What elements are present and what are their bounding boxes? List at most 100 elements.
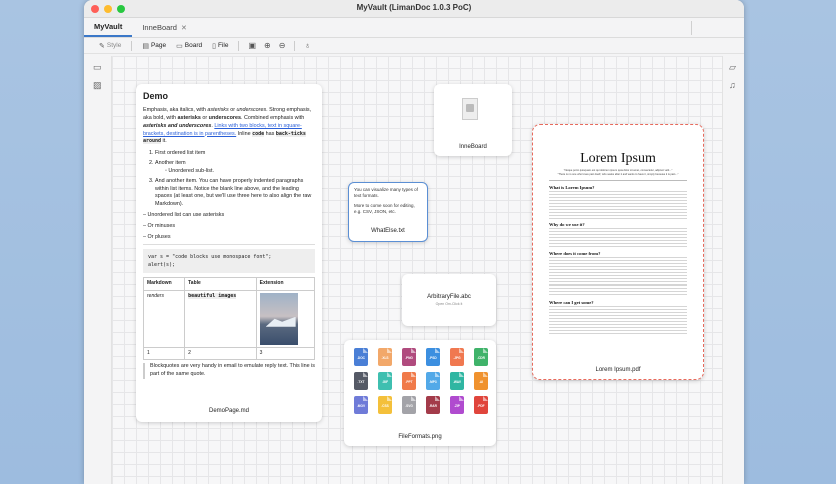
file-format-icon: .DOC — [354, 348, 368, 366]
list-item: And another item. You can have properly … — [155, 178, 315, 209]
pdf-text-block — [549, 228, 687, 249]
table-row: 1 2 3 — [142, 346, 316, 360]
demo-page-card[interactable]: Demo Emphasis, aka italics, with asteris… — [136, 84, 322, 422]
folder-icon[interactable]: ▭ — [93, 62, 102, 73]
new-board-button[interactable]: ▭ Board — [173, 42, 205, 50]
table-cell: renders — [142, 289, 186, 348]
card-title: Lorem Ipsum.pdf — [595, 367, 641, 373]
ordered-list: First ordered list item Another item◦ Un… — [143, 150, 315, 209]
file-format-label: .RAR — [429, 404, 437, 408]
file-format-icon: .TXT — [354, 372, 368, 390]
list-item: – Or minuses — [143, 222, 176, 229]
demo-paragraph: Emphasis, aka italics, with asterisks or… — [143, 107, 312, 145]
style-button[interactable]: ✎ Style — [96, 42, 124, 50]
file-format-label: .AI — [478, 380, 484, 384]
image-icon[interactable]: ▣ — [246, 41, 258, 50]
pdf-text-block — [549, 191, 687, 220]
file-format-icon: .GIF — [378, 372, 392, 390]
pdf-text-block — [549, 285, 687, 298]
list-item: First ordered list item — [155, 150, 315, 158]
pdf-text-block — [549, 257, 687, 286]
file-format-label: .XLS — [381, 356, 389, 360]
table-row: renders beautiful images — [142, 289, 316, 348]
pdf-subtitle: "There is no one who loves pain itself, … — [557, 172, 679, 176]
window-title: MyVault (LimanDoc 1.0.3 PoC) — [356, 3, 472, 12]
pdf-section-heading: Where does it come from? — [549, 251, 601, 257]
board-thumbnail-icon — [462, 98, 478, 120]
table-cell: 1 — [142, 346, 186, 360]
image-gallery-icon[interactable]: ▨ — [93, 80, 102, 91]
tab-label: MyVault — [94, 22, 123, 31]
file-format-icon: .PSD — [426, 348, 440, 366]
board-canvas[interactable]: Demo Emphasis, aka italics, with asteris… — [112, 56, 722, 484]
sub-list-item: ◦ Unordered sub-list. — [165, 167, 214, 174]
tab-bar: MyVault InneBoard ✕ — [84, 18, 744, 38]
file-format-label: .MP3 — [429, 380, 437, 384]
table-header: Markdown — [142, 277, 186, 291]
tab-label: InneBoard — [142, 23, 177, 32]
file-format-label: .SVG — [405, 404, 413, 408]
file-format-label: .MOV — [356, 404, 366, 408]
toolbar: ✎ Style ▤ Page ▭ Board ▯ File ▣ ⊕ ⊖ ♁ — [84, 38, 744, 54]
file-icon: ▯ — [212, 42, 216, 50]
arbitrary-file-card[interactable]: ArbitraryFile.abc Open Om-Click it — [402, 274, 496, 326]
file-format-label: .PNG — [405, 356, 413, 360]
close-tab-icon[interactable]: ✕ — [181, 24, 187, 32]
bell-icon[interactable]: ♫ — [729, 80, 736, 90]
file-format-icon: .AI — [474, 372, 488, 390]
table-header: Extension — [255, 277, 316, 291]
file-format-label: .TXT — [357, 380, 365, 384]
zoom-out-icon[interactable]: ⊖ — [277, 41, 288, 50]
file-format-label: .JPG — [453, 356, 461, 360]
table-cell — [255, 289, 316, 348]
pdf-page: Lorem Ipsum "Neque porro quisquam est qu… — [543, 133, 693, 359]
pdf-section-heading: Where can I get some? — [549, 300, 594, 306]
tab-inneboard[interactable]: InneBoard ✕ — [132, 18, 197, 37]
right-sidebar: ▱ ♫ — [722, 56, 744, 484]
table-cell: beautiful images — [184, 289, 257, 348]
lightbulb-icon[interactable]: ♁ — [302, 41, 312, 50]
markdown-table: Markdown Table Extension renders beautif… — [142, 277, 316, 360]
file-format-icon: .WAV — [450, 372, 464, 390]
inneboard-card[interactable]: InneBoard — [434, 84, 512, 156]
mountain-photo — [259, 292, 298, 345]
brush-icon: ✎ — [99, 42, 105, 50]
file-format-icon: .ZIP — [450, 396, 464, 414]
file-format-label: .GIF — [381, 380, 389, 384]
card-title: InneBoard — [459, 144, 487, 150]
blockquote: Blockquotes are very handy in email to e… — [143, 362, 315, 379]
whatelse-card[interactable]: You can visualize many types of text for… — [348, 182, 428, 242]
file-format-icon: .CDR — [474, 348, 488, 366]
pdf-section-heading: What is Lorem Ipsum? — [549, 185, 595, 191]
card-hint: Open Om-Click it — [435, 302, 463, 306]
list-item: Another item◦ Unordered sub-list. — [155, 160, 315, 176]
card-title: FileFormats.png — [398, 434, 442, 440]
pdf-section-heading: Why do we use it? — [549, 222, 585, 228]
list-item: – Unordered list can use asterisks — [143, 211, 225, 218]
code-block: var s = "code blocks use monospace font"… — [143, 249, 315, 274]
left-sidebar: ▭ ▨ — [84, 56, 112, 484]
file-format-icon: .MP3 — [426, 372, 440, 390]
zoom-in-icon[interactable]: ⊕ — [262, 41, 273, 50]
table-cell: 3 — [255, 346, 316, 360]
file-format-icon: .XLS — [378, 348, 392, 366]
card-text: You can visualize many types of text for… — [354, 187, 418, 199]
file-format-label: .PDF — [477, 404, 485, 408]
folder-open-icon[interactable]: ▱ — [729, 62, 736, 73]
lorem-ipsum-pdf-card[interactable]: Lorem Ipsum "Neque porro quisquam est qu… — [532, 124, 704, 380]
file-format-label: .ZIP — [454, 404, 460, 408]
new-file-button[interactable]: ▯ File — [209, 42, 231, 50]
file-format-icon: .PNG — [402, 348, 416, 366]
new-page-button[interactable]: ▤ Page — [139, 42, 169, 50]
tab-myvault[interactable]: MyVault — [84, 18, 133, 37]
file-format-label: .DOC — [357, 356, 365, 360]
pdf-heading: Lorem Ipsum — [580, 151, 656, 166]
file-format-label: .CSS — [381, 404, 389, 408]
fileformats-card[interactable]: .DOC .XLS .PNG .PSD .JPG .CDR .TXT .GIF .PPT .MP3… — [344, 340, 496, 446]
file-format-icon: .SVG — [402, 396, 416, 414]
app-window: MyVault (LimanDoc 1.0.3 PoC) MyVault Inn… — [84, 0, 744, 484]
file-icon-grid: .DOC .XLS .PNG .PSD .JPG .CDR .TXT .GIF .PPT .MP3… — [354, 348, 490, 414]
file-format-icon: .MOV — [354, 396, 368, 414]
card-title: DemoPage.md — [208, 408, 250, 415]
title-bar: MyVault (LimanDoc 1.0.3 PoC) — [84, 0, 744, 18]
